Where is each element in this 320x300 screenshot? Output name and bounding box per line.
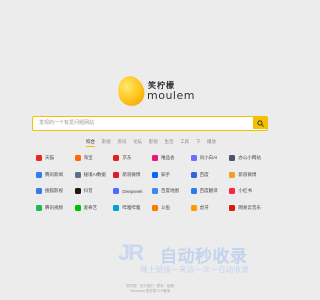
site-name: 京东: [122, 155, 132, 160]
site-link[interactable]: 虎牙: [190, 204, 230, 212]
site-name: 知乎: [161, 171, 170, 177]
site-name: 新浪微博: [122, 171, 141, 177]
site-favicon-icon: [152, 155, 158, 161]
site-favicon-icon: [36, 171, 42, 178]
tab-7[interactable]: 下: [196, 139, 201, 147]
site-link[interactable]: 百度: [190, 171, 230, 179]
watermark: JR 自动秒收录 做上链接一来访一次一自动收录: [118, 240, 288, 282]
site-link[interactable]: 办公小网站: [229, 154, 268, 162]
site-favicon-icon: [36, 188, 42, 194]
footer-copyright: ©moulem 笑柠檬 ICP备案: [129, 289, 171, 293]
site-link[interactable]: 爱奇艺: [74, 204, 114, 212]
site-favicon-icon: [190, 171, 197, 178]
site-favicon-icon: [113, 155, 120, 161]
site-name: 抖音: [83, 188, 93, 193]
search-input[interactable]: [33, 117, 251, 129]
site-link[interactable]: 搜狐影视: [36, 187, 75, 195]
search-button[interactable]: [253, 117, 267, 129]
site-favicon-icon: [74, 155, 81, 161]
site-name: 问小白AI: [199, 155, 218, 160]
site-name: 办公小网站: [238, 155, 261, 160]
site-link[interactable]: 秘境AI数据: [74, 171, 114, 179]
tab-2[interactable]: 资讯: [117, 139, 126, 147]
site-link[interactable]: 百度地图: [152, 187, 191, 195]
site-favicon-icon: [74, 204, 81, 211]
site-link[interactable]: 斗鱼: [152, 204, 191, 212]
watermark-subtitle: 做上链接一来访一次一自动收录: [140, 265, 250, 274]
site-favicon-icon: [113, 188, 120, 194]
tab-3[interactable]: 论坛: [133, 139, 142, 147]
site-name: 斗鱼: [161, 204, 170, 210]
site-link[interactable]: 新浪微博: [113, 171, 152, 179]
site-favicon-icon: [74, 188, 81, 194]
site-favicon-icon: [229, 188, 236, 194]
site-name: 天猫: [45, 155, 54, 160]
logo-english-text: moulem: [147, 89, 195, 102]
site-favicon-icon: [229, 171, 236, 178]
site-name: 腾讯视频: [45, 204, 63, 210]
site-favicon-icon: [229, 155, 236, 161]
site-name: 唯品会: [161, 155, 175, 160]
site-grid: 天猫 淘宝 京东 唯品会 问小白AI 办公小网站腾讯新闻 秘境AI数据 新浪微博 知乎 百度 新浪微…: [36, 154, 268, 212]
site-favicon-icon: [190, 188, 197, 194]
site-link[interactable]: 天猫: [36, 154, 75, 162]
lemon-logo-icon: [114, 73, 148, 109]
site-favicon-icon: [152, 204, 158, 211]
tab-6[interactable]: 工具: [180, 139, 189, 147]
site-name: 百度地图: [161, 188, 179, 193]
site-favicon-icon: [36, 155, 42, 161]
site-favicon-icon: [190, 155, 197, 161]
site-link[interactable]: 百度翻译: [190, 187, 230, 195]
site-name: 虎牙: [199, 204, 209, 210]
site-favicon-icon: [152, 171, 158, 178]
site-link[interactable]: 腾讯新闻: [36, 171, 75, 179]
tab-8[interactable]: 播放: [207, 139, 216, 147]
site-name: 淘宝: [83, 155, 93, 160]
site-link[interactable]: 哔哩哔哩: [113, 204, 152, 212]
site-link[interactable]: 京东: [113, 154, 152, 162]
site-name: 爱奇艺: [83, 204, 98, 210]
category-tabs: 综合 影视 资讯 论坛 影视 生活 工具下播放: [86, 139, 216, 147]
site-favicon-icon: [190, 204, 197, 211]
site-link[interactable]: 抖音: [74, 187, 114, 195]
search-icon: [256, 119, 264, 127]
search-bar: [32, 116, 268, 131]
site-name: 百度翻译: [199, 188, 218, 193]
site-link[interactable]: 唯品会: [152, 154, 191, 162]
site-link[interactable]: 新浪微博: [229, 171, 268, 179]
site-link[interactable]: 网易云音乐: [229, 204, 268, 212]
site-favicon-icon: [36, 204, 42, 211]
site-name: 秘境AI数据: [83, 171, 106, 177]
site-link[interactable]: 淘宝: [74, 154, 114, 162]
site-name: 百度: [199, 171, 209, 177]
site-name: 小红书: [238, 188, 252, 193]
watermark-logo: JR: [118, 240, 144, 265]
site-name: 网易云音乐: [238, 204, 261, 210]
site-favicon-icon: [74, 171, 81, 178]
site-favicon-icon: [152, 188, 158, 194]
site-favicon-icon: [113, 204, 120, 211]
site-logo[interactable]: 笑柠檬 moulem: [114, 73, 194, 110]
site-link[interactable]: Deepseek: [113, 187, 152, 195]
site-link[interactable]: 问小白AI: [190, 154, 230, 162]
site-name: 腾讯新闻: [45, 171, 63, 177]
site-favicon-icon: [113, 171, 120, 178]
site-link[interactable]: 知乎: [152, 171, 191, 179]
footer: 笑柠檬 · 关于我们 · 联系 · 投稿 ©moulem 笑柠檬 ICP备案: [0, 284, 300, 294]
tab-1[interactable]: 影视: [102, 139, 111, 147]
site-name: 搜狐影视: [45, 188, 63, 193]
tab-4[interactable]: 影视: [149, 139, 158, 147]
site-favicon-icon: [229, 204, 236, 211]
site-link[interactable]: 小红书: [229, 187, 268, 195]
site-link[interactable]: 腾讯视频: [36, 204, 75, 212]
site-name: 哔哩哔哩: [122, 204, 141, 210]
tab-5[interactable]: 生活: [164, 139, 173, 147]
site-name: 新浪微博: [238, 171, 257, 177]
tab-0[interactable]: 综合: [86, 139, 95, 147]
site-name: Deepseek: [122, 188, 143, 194]
